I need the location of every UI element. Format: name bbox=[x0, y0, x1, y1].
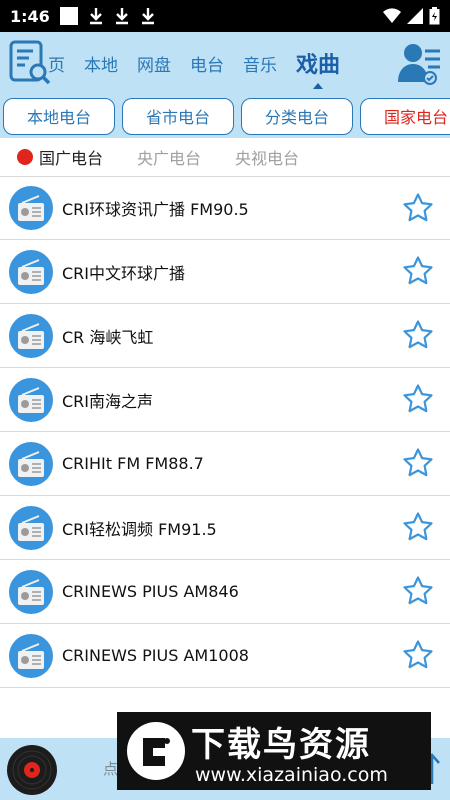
station-name: CRI环球资讯广播 FM90.5 bbox=[62, 200, 249, 219]
status-bar: 1:46 bbox=[0, 0, 450, 32]
station-row[interactable]: CRINEWS PIUS AM846 bbox=[0, 560, 450, 624]
active-dot-icon bbox=[17, 149, 33, 165]
download-icon bbox=[89, 8, 102, 25]
watermark-title: 下载鸟资源 bbox=[191, 725, 371, 765]
sub-tab-cctv[interactable]: 央视电台 bbox=[235, 145, 299, 169]
signal-icon bbox=[407, 8, 423, 24]
nav-tabs: 页 本地 网盘 电台 音乐 戏曲 bbox=[48, 32, 359, 94]
station-row[interactable]: CRI轻松调频 FM91.5 bbox=[0, 496, 450, 560]
station-name: CRIHIt FM FM88.7 bbox=[62, 454, 204, 473]
radio-icon bbox=[9, 313, 53, 358]
station-name: CRI中文环球广播 bbox=[62, 263, 186, 283]
favorite-star-icon[interactable] bbox=[402, 575, 434, 607]
favorite-star-icon[interactable] bbox=[402, 255, 434, 287]
category-province-radio[interactable]: 省市电台 bbox=[122, 97, 234, 135]
radio-icon bbox=[9, 569, 53, 614]
download-icon bbox=[141, 8, 154, 25]
download-icon bbox=[115, 8, 128, 25]
sub-tabs: 国广电台 央广电台 央视电台 bbox=[0, 138, 450, 176]
category-row: 本地电台 省市电台 分类电台 国家电台 bbox=[0, 94, 450, 138]
nav-tab-home[interactable]: 页 bbox=[48, 51, 65, 76]
favorite-star-icon[interactable] bbox=[402, 639, 434, 671]
radio-icon bbox=[9, 633, 53, 678]
station-row[interactable]: CRI中文环球广播 bbox=[0, 240, 450, 304]
status-right-icons bbox=[383, 7, 440, 25]
station-list: CRI环球资讯广播 FM90.5 CRI中文环球广播 CR 海峡飞虹 CRI南海之声 C… bbox=[0, 176, 450, 688]
nav-tab-radio[interactable]: 电台 bbox=[190, 51, 224, 76]
radio-icon bbox=[9, 377, 53, 422]
station-row[interactable]: CRI南海之声 bbox=[0, 368, 450, 432]
status-time: 1:46 bbox=[10, 6, 50, 26]
sub-tab-cnr[interactable]: 央广电台 bbox=[137, 145, 201, 169]
nav-tab-music[interactable]: 音乐 bbox=[243, 51, 277, 76]
station-row[interactable]: CRINEWS PIUS AM1008 bbox=[0, 624, 450, 688]
station-name: CRINEWS PIUS AM846 bbox=[62, 582, 239, 601]
watermark-overlay: 下载鸟资源 www.xiazainiao.com bbox=[117, 712, 431, 790]
favorite-star-icon[interactable] bbox=[402, 511, 434, 543]
watermark-url: www.xiazainiao.com bbox=[195, 764, 388, 786]
top-navigation: 页 本地 网盘 电台 音乐 戏曲 bbox=[0, 32, 450, 94]
radio-icon bbox=[9, 186, 53, 230]
sub-tab-cri[interactable]: 国广电台 bbox=[39, 145, 103, 169]
radio-icon bbox=[9, 441, 53, 486]
station-name: CRINEWS PIUS AM1008 bbox=[62, 646, 249, 665]
station-name: CR 海峡飞虹 bbox=[62, 327, 154, 347]
notification-square-icon bbox=[59, 7, 78, 25]
nav-tab-opera[interactable]: 戏曲 bbox=[296, 47, 340, 79]
document-search-icon[interactable] bbox=[8, 39, 52, 87]
favorite-star-icon[interactable] bbox=[402, 383, 434, 415]
category-national-radio[interactable]: 国家电台 bbox=[360, 97, 450, 135]
user-settings-icon[interactable] bbox=[398, 40, 442, 86]
station-name: CRI轻松调频 FM91.5 bbox=[62, 519, 217, 539]
wifi-icon bbox=[383, 8, 401, 23]
radio-icon bbox=[9, 505, 53, 550]
favorite-star-icon[interactable] bbox=[402, 192, 434, 224]
category-local-radio[interactable]: 本地电台 bbox=[3, 97, 115, 135]
station-row[interactable]: CR 海峡飞虹 bbox=[0, 304, 450, 368]
station-name: CRI南海之声 bbox=[62, 391, 154, 411]
nav-tab-cloud[interactable]: 网盘 bbox=[137, 51, 171, 76]
favorite-star-icon[interactable] bbox=[402, 447, 434, 479]
player-status-text: 点 bbox=[103, 760, 119, 778]
bird-logo-icon bbox=[127, 722, 185, 780]
category-classified-radio[interactable]: 分类电台 bbox=[241, 97, 353, 135]
vinyl-disc-icon[interactable] bbox=[6, 744, 58, 796]
battery-icon bbox=[429, 7, 440, 25]
nav-tab-local[interactable]: 本地 bbox=[84, 51, 118, 76]
station-row[interactable]: CRIHIt FM FM88.7 bbox=[0, 432, 450, 496]
station-row[interactable]: CRI环球资讯广播 FM90.5 bbox=[0, 176, 450, 240]
favorite-star-icon[interactable] bbox=[402, 319, 434, 351]
radio-icon bbox=[9, 249, 53, 294]
